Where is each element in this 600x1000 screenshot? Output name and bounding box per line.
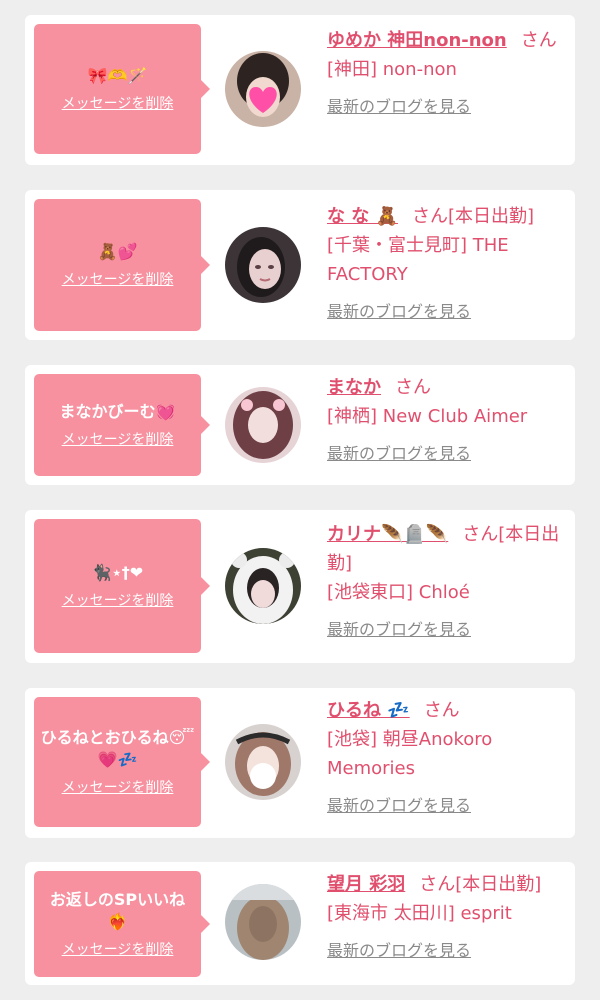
message-card: お返しのSPいいね❤️‍🔥 メッセージを削除 望月 彩羽 さん[本日出勤] [東海… xyxy=(25,862,575,985)
avatar[interactable] xyxy=(225,884,301,960)
status-tag: [本日出勤] xyxy=(447,206,534,227)
message-text: お返しのSPいいね❤️‍🔥 xyxy=(49,890,186,931)
shop-name: [東海市 太田川] esprit xyxy=(327,903,512,924)
honorific-label: さん xyxy=(411,206,448,227)
honorific-label: さん xyxy=(462,524,499,545)
message-card: まなかびーむ💓 メッセージを削除 まなか さん [神栖] New Club Aim… xyxy=(25,365,575,485)
shop-name: [池袋東口] Chloé xyxy=(327,582,470,603)
latest-blog-link[interactable]: 最新のブログを見る xyxy=(327,440,471,464)
delete-message-link[interactable]: メッセージを削除 xyxy=(62,269,174,289)
message-card: 🧸💕 メッセージを削除 な な 🧸 さん[本日出勤] [千葉・富士見町] THE … xyxy=(25,190,575,340)
name-line: ひるね 💤 さん xyxy=(327,696,563,725)
message-text: 🐈‍⬛⋆†❤ xyxy=(91,563,144,582)
profile-info: な な 🧸 さん[本日出勤] [千葉・富士見町] THE FACTORY 最新のブ… xyxy=(327,202,563,322)
cast-name-link[interactable]: まなか xyxy=(327,377,381,398)
honorific-label: さん xyxy=(395,377,431,398)
message-text: 🧸💕 xyxy=(97,242,138,261)
latest-blog-link[interactable]: 最新のブログを見る xyxy=(327,298,471,322)
honorific-label: さん xyxy=(423,700,460,721)
message-bubble: 🎀🫶🪄 メッセージを削除 xyxy=(34,24,210,154)
message-card: ひるねとおひるね😴💗💤 メッセージを削除 ひるね 💤 さん [池袋] 朝昼Anok… xyxy=(25,688,575,838)
message-text: ひるねとおひるね😴💗💤 xyxy=(40,728,195,769)
cast-name-link[interactable]: ひるね 💤 xyxy=(327,700,410,721)
honorific-label: さん xyxy=(520,30,557,51)
message-bubble: お返しのSPいいね❤️‍🔥 メッセージを削除 xyxy=(34,871,210,977)
cast-name-link[interactable]: 望月 彩羽 xyxy=(327,874,405,895)
latest-blog-link[interactable]: 最新のブログを見る xyxy=(327,93,471,117)
delete-message-link[interactable]: メッセージを削除 xyxy=(62,590,174,610)
name-line: カリナ🪶🪦🪶 さん[本日出勤] xyxy=(327,520,563,578)
message-card: 🎀🫶🪄 メッセージを削除 ゆめか 神田non-non さん [神田] non-no… xyxy=(25,15,575,165)
name-line: ゆめか 神田non-non さん xyxy=(327,26,563,55)
avatar-photo-hirune-icon xyxy=(225,724,301,800)
delete-message-link[interactable]: メッセージを削除 xyxy=(62,429,174,449)
message-text: 🎀🫶🪄 xyxy=(87,66,148,85)
avatar[interactable] xyxy=(225,548,301,624)
avatar-photo-mochizuki-icon xyxy=(225,884,301,960)
shop-name: [池袋] 朝昼Anokoro Memories xyxy=(327,729,493,779)
shop-name: [神栖] New Club Aimer xyxy=(327,406,528,427)
profile-info: 望月 彩羽 さん[本日出勤] [東海市 太田川] esprit 最新のブログを見る xyxy=(327,870,563,961)
shop-name: [千葉・富士見町] THE FACTORY xyxy=(327,235,509,285)
name-line: 望月 彩羽 さん[本日出勤] xyxy=(327,870,563,899)
delete-message-link[interactable]: メッセージを削除 xyxy=(62,777,174,797)
name-line: まなか さん xyxy=(327,373,563,402)
message-bubble: まなかびーむ💓 メッセージを削除 xyxy=(34,374,210,476)
profile-info: ゆめか 神田non-non さん [神田] non-non 最新のブログを見る xyxy=(327,26,563,117)
profile-info: まなか さん [神栖] New Club Aimer 最新のブログを見る xyxy=(327,373,563,464)
profile-info: カリナ🪶🪦🪶 さん[本日出勤] [池袋東口] Chloé 最新のブログを見る xyxy=(327,520,563,640)
honorific-label: さん xyxy=(419,874,456,895)
status-tag: [本日出勤] xyxy=(455,874,542,895)
message-text: まなかびーむ💓 xyxy=(59,402,176,421)
avatar[interactable] xyxy=(225,227,301,303)
avatar-photo-karina-icon xyxy=(225,548,301,624)
avatar-photo-manaka-icon xyxy=(225,387,301,463)
delete-message-link[interactable]: メッセージを削除 xyxy=(62,93,174,113)
avatar[interactable] xyxy=(225,724,301,800)
avatar-photo-yumeka-icon xyxy=(225,51,301,127)
avatar[interactable] xyxy=(225,387,301,463)
latest-blog-link[interactable]: 最新のブログを見る xyxy=(327,937,471,961)
message-bubble: ひるねとおひるね😴💗💤 メッセージを削除 xyxy=(34,697,210,827)
cast-name-link[interactable]: ゆめか 神田non-non xyxy=(327,30,507,51)
name-line: な な 🧸 さん[本日出勤] xyxy=(327,202,563,231)
message-bubble: 🐈‍⬛⋆†❤ メッセージを削除 xyxy=(34,519,210,653)
profile-info: ひるね 💤 さん [池袋] 朝昼Anokoro Memories 最新のブログを見… xyxy=(327,696,563,816)
latest-blog-link[interactable]: 最新のブログを見る xyxy=(327,792,471,816)
message-card: 🐈‍⬛⋆†❤ メッセージを削除 カリナ🪶🪦🪶 さん[本日出勤] [池袋東口] Ch… xyxy=(25,510,575,663)
latest-blog-link[interactable]: 最新のブログを見る xyxy=(327,616,471,640)
cast-name-link[interactable]: な な 🧸 xyxy=(327,206,398,227)
delete-message-link[interactable]: メッセージを削除 xyxy=(62,939,174,959)
cast-name-link[interactable]: カリナ🪶🪦🪶 xyxy=(327,524,448,545)
message-bubble: 🧸💕 メッセージを削除 xyxy=(34,199,210,331)
avatar[interactable] xyxy=(225,51,301,127)
avatar-photo-nana-icon xyxy=(225,227,301,303)
shop-name: [神田] non-non xyxy=(327,59,457,80)
